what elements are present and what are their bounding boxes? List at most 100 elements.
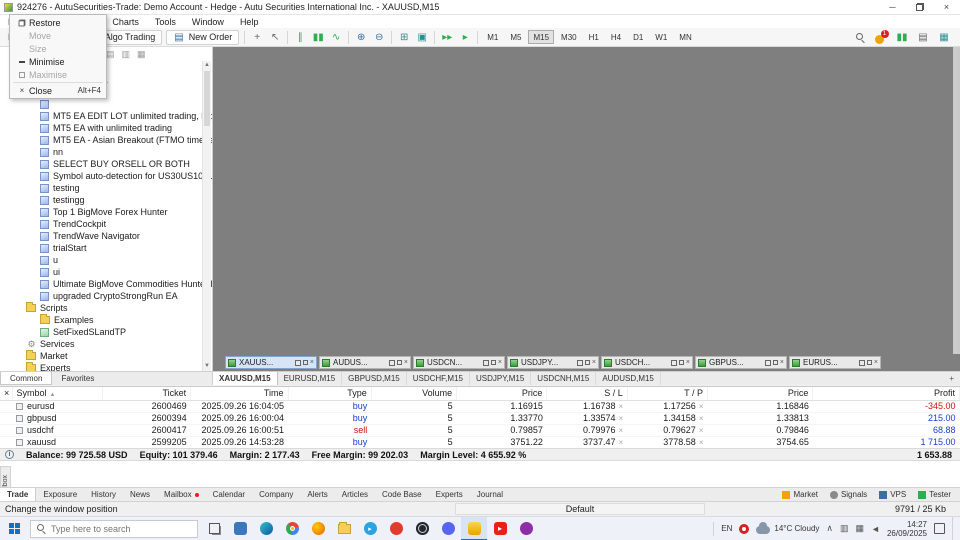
position-row-gbpusd[interactable]: gbpusd 2600394 2025.09.26 16:00:04 buy 5…	[0, 412, 960, 425]
app-logo-icon[interactable]	[4, 2, 13, 12]
remove-sl-icon[interactable]: ×	[619, 414, 624, 423]
close-icon[interactable]: ×	[498, 359, 502, 366]
navigator-item[interactable]: SetFixedSLandTP	[0, 326, 201, 338]
navigator-item[interactable]: TrendCockpit	[0, 218, 201, 230]
scroll-up-icon[interactable]: ▲	[203, 61, 211, 70]
chart-tab-usdjpy[interactable]: USDJPY,M15	[470, 372, 532, 385]
onedrive-icon[interactable]: ▥	[840, 523, 849, 534]
tab-journal[interactable]: Journal	[470, 488, 510, 501]
navigator-item[interactable]: Top 1 BigMove Forex Hunter	[0, 206, 201, 218]
navigator-item-services[interactable]: ⚙ Services	[0, 338, 201, 350]
tab-code-base[interactable]: Code Base	[375, 488, 429, 501]
tab-history[interactable]: History	[84, 488, 123, 501]
navigator-item[interactable]: ui	[0, 266, 201, 278]
timeframe-m1[interactable]: M1	[482, 30, 503, 44]
weather-widget[interactable]: 14°C Cloudy	[756, 522, 819, 534]
autoscroll-icon[interactable]: ▸▸	[439, 30, 455, 45]
chart-tab-usdchf[interactable]: USDCHF,M15	[407, 372, 470, 385]
tester-button[interactable]: Tester	[913, 490, 956, 499]
show-desktop-button[interactable]	[952, 516, 957, 540]
timeframe-mn[interactable]: MN	[674, 30, 696, 44]
restore-icon[interactable]	[764, 359, 771, 366]
scroll-down-icon[interactable]: ▼	[203, 362, 211, 371]
restore-button[interactable]	[906, 0, 933, 14]
action-center-icon[interactable]	[934, 523, 945, 534]
navigator-item[interactable]: Ultimate BigMove Commodities Hunter EA	[0, 278, 212, 290]
new-chart-tab-icon[interactable]: +	[943, 372, 960, 385]
panel-menu-icon[interactable]: ▦	[137, 49, 146, 60]
workspace-scrollbar[interactable]	[953, 47, 960, 354]
data-window-icon[interactable]: ▤	[915, 30, 931, 45]
navigator-item[interactable]: SELECT BUY ORSELL OR BOTH	[0, 158, 201, 170]
obs-icon[interactable]	[409, 517, 435, 540]
navigator-item[interactable]: MT5 EA with unlimited trading	[0, 122, 201, 134]
zoom-in-icon[interactable]: ⊕	[353, 30, 369, 45]
close-icon[interactable]: ×	[592, 359, 596, 366]
network-icon[interactable]: ▦	[856, 523, 865, 534]
opera-icon[interactable]	[383, 517, 409, 540]
timeframe-d1[interactable]: D1	[628, 30, 648, 44]
navigator-item-experts[interactable]: Experts	[0, 362, 201, 371]
navigator-item[interactable]: MT5 EA - Asian Breakout (FTMO time ready…	[0, 134, 212, 146]
tab-mailbox[interactable]: Mailbox	[157, 488, 206, 501]
position-row-xauusd[interactable]: xauusd 2599205 2025.09.26 14:53:28 buy 5…	[0, 436, 960, 449]
col-type[interactable]: Type	[288, 387, 372, 401]
navigator-item[interactable]: Symbol auto-detection for US30US100US500…	[0, 170, 212, 182]
tab-alerts[interactable]: Alerts	[300, 488, 334, 501]
tab-company[interactable]: Company	[252, 488, 300, 501]
chart-tab-audusd[interactable]: AUDUSD,M15	[596, 372, 661, 385]
tab-exposure[interactable]: Exposure	[36, 488, 84, 501]
navigator-scrollbar[interactable]: ▲ ▼	[202, 61, 211, 371]
maximize-icon[interactable]	[302, 360, 308, 365]
minimized-chart-usdchf[interactable]: USDCH... ×	[601, 356, 693, 369]
restore-icon[interactable]	[388, 359, 395, 366]
chrome-icon[interactable]	[279, 517, 305, 540]
edge-icon[interactable]	[253, 517, 279, 540]
maximize-icon[interactable]	[772, 360, 778, 365]
close-icon[interactable]: ×	[310, 359, 314, 366]
market-button[interactable]: Market	[777, 490, 822, 499]
col-current-price[interactable]: Price	[707, 387, 814, 401]
remove-tp-icon[interactable]: ×	[699, 438, 704, 447]
close-icon[interactable]: ×	[686, 359, 690, 366]
close-icon[interactable]: ×	[874, 359, 878, 366]
tab-trade[interactable]: Trade	[0, 488, 37, 501]
col-sl[interactable]: S / L	[546, 387, 628, 401]
menu-item-minimise[interactable]: Minimise	[11, 55, 105, 68]
navigator-item-market[interactable]: Market	[0, 350, 201, 362]
vps-button[interactable]: VPS	[874, 490, 911, 499]
youtube-icon[interactable]: ▸	[487, 517, 513, 540]
close-icon[interactable]: ×	[780, 359, 784, 366]
maximize-icon[interactable]	[678, 360, 684, 365]
remove-tp-icon[interactable]: ×	[699, 414, 704, 423]
timeframe-h4[interactable]: H4	[606, 30, 626, 44]
hidden-icons-chevron[interactable]: ∧	[826, 523, 833, 534]
timeframe-m15[interactable]: M15	[528, 30, 555, 44]
timeframe-h1[interactable]: H1	[584, 30, 604, 44]
chart-tab-eurusd[interactable]: EURUSD,M15	[278, 372, 343, 385]
chart-tab-usdcnh[interactable]: USDCNH,M15	[531, 372, 597, 385]
position-row-eurusd[interactable]: eurusd 2600469 2025.09.26 16:04:05 buy 5…	[0, 400, 960, 413]
taskbar-clock[interactable]: 14:27 26/09/2025	[887, 520, 927, 538]
language-indicator[interactable]: EN	[721, 524, 732, 533]
timeframe-m30[interactable]: M30	[556, 30, 582, 44]
line-chart-icon[interactable]: ∿	[328, 30, 344, 45]
restore-icon[interactable]	[576, 359, 583, 366]
navigator-item[interactable]: testing	[0, 182, 201, 194]
col-profit[interactable]: Profit	[812, 387, 960, 401]
menu-help[interactable]: Help	[232, 17, 267, 27]
navigator-item[interactable]: upgraded CryptoStrongRun EA	[0, 290, 201, 302]
zoom-out-icon[interactable]: ⊖	[371, 30, 387, 45]
mail-icon[interactable]	[227, 517, 253, 540]
taskbar-search[interactable]	[30, 519, 198, 538]
chart-shift-icon[interactable]: ▸	[457, 30, 473, 45]
menu-item-restore[interactable]: Restore	[11, 16, 105, 29]
metatrader-icon[interactable]	[461, 516, 487, 540]
navigator-item[interactable]: TrendWave Navigator	[0, 230, 201, 242]
close-button[interactable]: ×	[933, 0, 960, 14]
minimized-chart-xauusd[interactable]: XAUUS... ×	[225, 356, 317, 369]
navigator-item[interactable]: trialStart	[0, 242, 201, 254]
timeframe-m5[interactable]: M5	[505, 30, 526, 44]
chart-tab-xauusd[interactable]: XAUUSD,M15	[213, 372, 278, 385]
minimized-chart-audusd[interactable]: AUDUS... ×	[319, 356, 411, 369]
